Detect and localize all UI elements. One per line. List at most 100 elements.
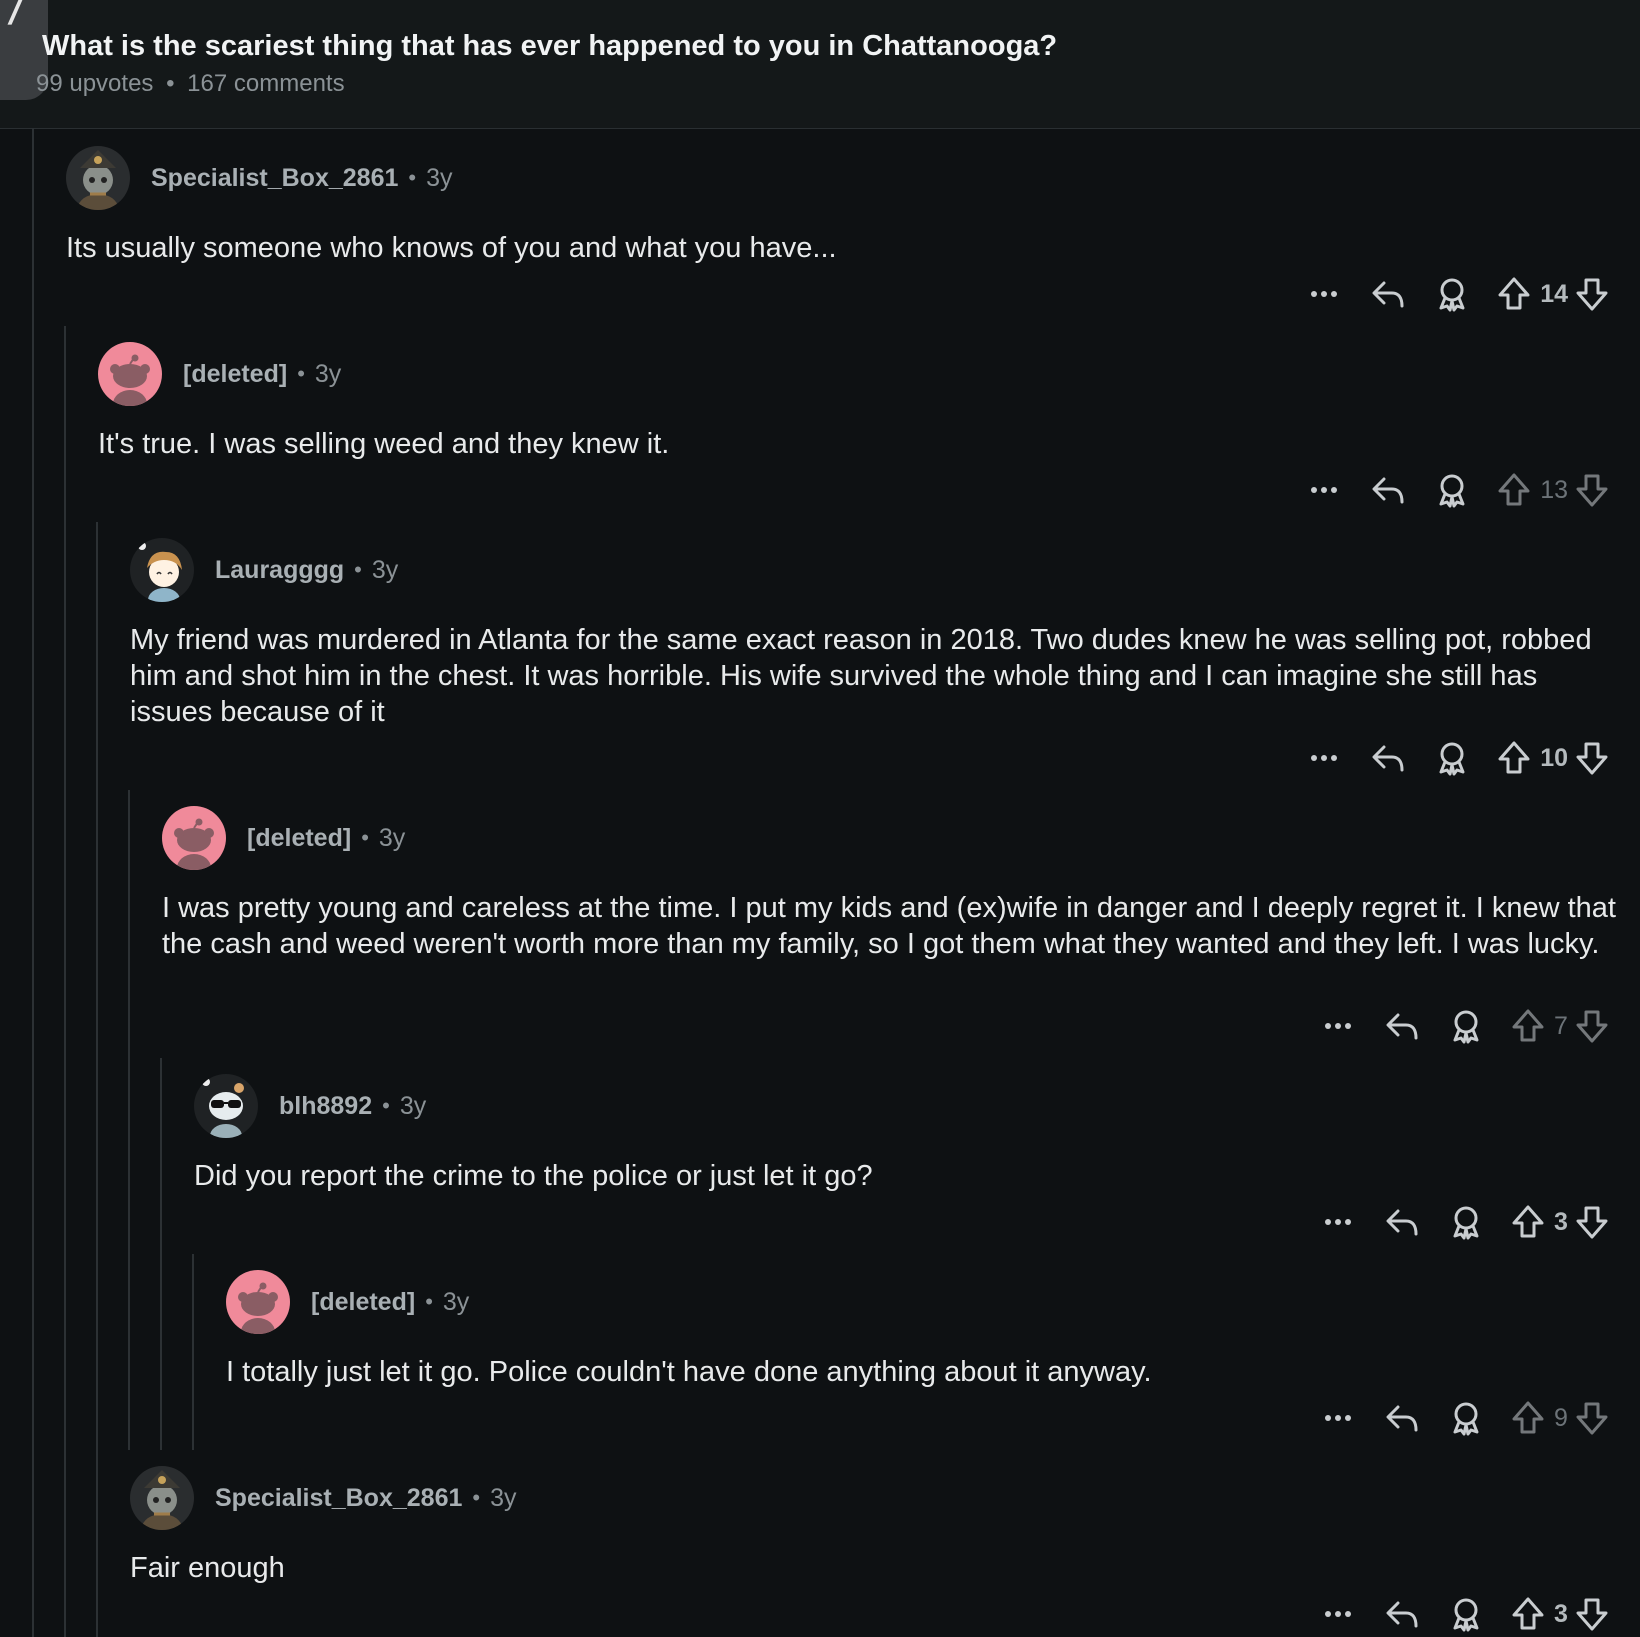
comment-author[interactable]: Specialist_Box_2861 — [151, 164, 398, 193]
downvote-button[interactable] — [1574, 1006, 1610, 1046]
downvote-button[interactable] — [1574, 274, 1610, 314]
more-options-icon — [1304, 738, 1344, 778]
reply-button[interactable] — [1382, 1006, 1422, 1046]
award-icon — [1446, 1202, 1486, 1242]
comment: [deleted] • 3y I totally just let it go.… — [226, 1270, 1640, 1390]
reply-icon — [1382, 1594, 1422, 1634]
reply-button[interactable] — [1382, 1398, 1422, 1438]
user-avatar[interactable] — [194, 1074, 258, 1138]
upvote-icon — [1510, 1006, 1546, 1046]
thread-line[interactable] — [160, 1058, 162, 1450]
meta-separator: • — [472, 1485, 481, 1510]
award-button[interactable] — [1446, 1006, 1486, 1046]
award-icon — [1432, 470, 1472, 510]
thread-line[interactable] — [128, 790, 130, 1450]
award-icon — [1432, 738, 1472, 778]
more-options-icon — [1318, 1202, 1358, 1242]
comment-author[interactable]: Lauragggg — [215, 556, 344, 585]
comment-body: Did you report the crime to the police o… — [194, 1160, 873, 1192]
upvote-button[interactable] — [1496, 738, 1532, 778]
downvote-button[interactable] — [1574, 1202, 1610, 1242]
meta-separator: • — [425, 1289, 433, 1314]
award-button[interactable] — [1432, 738, 1472, 778]
upvote-button[interactable] — [1496, 470, 1532, 510]
user-avatar[interactable] — [130, 538, 194, 602]
upvote-button[interactable] — [1496, 274, 1532, 314]
comment: Specialist_Box_2861 • 3y Its usually som… — [66, 146, 1640, 266]
comment-author[interactable]: Specialist_Box_2861 — [215, 1484, 462, 1513]
comment-author[interactable]: [deleted] — [183, 360, 287, 389]
more-options-icon — [1318, 1594, 1358, 1634]
user-avatar[interactable] — [130, 1466, 194, 1530]
meta-separator: • — [361, 825, 369, 850]
comment-body: My friend was murdered in Atlanta for th… — [130, 624, 1592, 728]
meta-separator: • — [297, 361, 305, 386]
award-button[interactable] — [1446, 1202, 1486, 1242]
user-avatar[interactable] — [226, 1270, 290, 1334]
downvote-icon — [1574, 1594, 1610, 1634]
downvote-button[interactable] — [1574, 470, 1610, 510]
comment-author[interactable]: blh8892 — [279, 1092, 372, 1121]
comment-actions: 14 — [1304, 274, 1610, 314]
reply-button[interactable] — [1382, 1202, 1422, 1242]
user-avatar[interactable] — [98, 342, 162, 406]
downvote-icon — [1574, 1006, 1610, 1046]
upvote-button[interactable] — [1510, 1594, 1546, 1634]
comment-actions: 9 — [1318, 1398, 1610, 1438]
award-button[interactable] — [1432, 274, 1472, 314]
upvote-button[interactable] — [1510, 1202, 1546, 1242]
reply-icon — [1382, 1398, 1422, 1438]
reply-icon — [1382, 1202, 1422, 1242]
more-options-icon — [1318, 1006, 1358, 1046]
thread-line[interactable] — [32, 128, 34, 1637]
award-button[interactable] — [1432, 470, 1472, 510]
user-avatar[interactable] — [66, 146, 130, 210]
comment-body: It's true. I was selling weed and they k… — [98, 428, 670, 460]
upvote-button[interactable] — [1510, 1398, 1546, 1438]
more-options-button[interactable] — [1318, 1594, 1358, 1634]
reply-button[interactable] — [1368, 470, 1408, 510]
comment-author[interactable]: [deleted] — [311, 1288, 415, 1317]
more-options-icon — [1318, 1398, 1358, 1438]
comment-author[interactable]: [deleted] — [247, 824, 351, 853]
downvote-icon — [1574, 1398, 1610, 1438]
more-options-button[interactable] — [1318, 1202, 1358, 1242]
more-options-button[interactable] — [1318, 1398, 1358, 1438]
meta-separator: • — [382, 1093, 390, 1118]
more-options-button[interactable] — [1304, 738, 1344, 778]
more-options-button[interactable] — [1318, 1006, 1358, 1046]
reply-button[interactable] — [1368, 274, 1408, 314]
award-icon — [1446, 1006, 1486, 1046]
award-button[interactable] — [1446, 1398, 1486, 1438]
thread-line[interactable] — [64, 326, 66, 1637]
thread-line[interactable] — [192, 1254, 194, 1450]
more-options-icon — [1304, 470, 1344, 510]
downvote-button[interactable] — [1574, 1398, 1610, 1438]
upvote-button[interactable] — [1510, 1006, 1546, 1046]
comment-score: 10 — [1540, 743, 1568, 772]
comment: [deleted] • 3y It's true. I was selling … — [98, 342, 1640, 462]
upvote-icon — [1510, 1202, 1546, 1242]
reply-button[interactable] — [1368, 738, 1408, 778]
award-button[interactable] — [1446, 1594, 1486, 1634]
upvote-icon — [1510, 1398, 1546, 1438]
comment-body: Its usually someone who knows of you and… — [66, 232, 837, 264]
user-avatar[interactable] — [162, 806, 226, 870]
more-options-button[interactable] — [1304, 470, 1344, 510]
downvote-button[interactable] — [1574, 1594, 1610, 1634]
comment-age: 3y — [314, 359, 342, 388]
reply-button[interactable] — [1382, 1594, 1422, 1634]
downvote-icon — [1574, 274, 1610, 314]
comment-age: 3y — [378, 823, 406, 852]
downvote-button[interactable] — [1574, 738, 1610, 778]
more-options-button[interactable] — [1304, 274, 1344, 314]
thread-line[interactable] — [96, 522, 98, 1637]
meta-separator: • — [408, 165, 417, 190]
comment-actions: 7 — [1318, 1006, 1610, 1046]
comment-age: 3y — [399, 1091, 427, 1120]
meta-separator: • — [166, 70, 175, 97]
upvote-icon — [1510, 1594, 1546, 1634]
post-title: What is the scariest thing that has ever… — [42, 30, 1058, 62]
downvote-icon — [1574, 470, 1610, 510]
comment: [deleted] • 3y I was pretty young and ca… — [162, 806, 1640, 962]
